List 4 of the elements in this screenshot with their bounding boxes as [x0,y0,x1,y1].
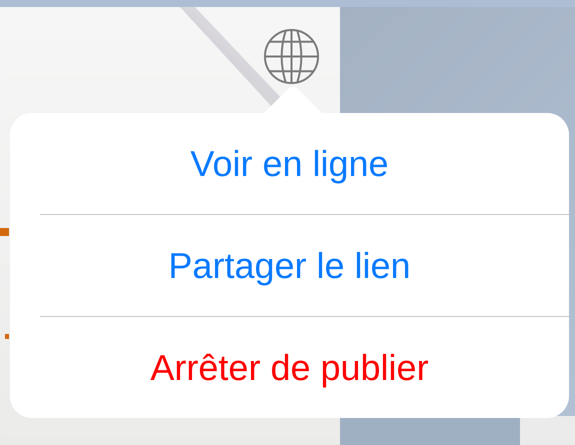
popover-arrow [263,86,323,113]
ink-mark [0,228,9,236]
globe-icon[interactable] [263,28,320,85]
ink-mark [5,334,9,339]
